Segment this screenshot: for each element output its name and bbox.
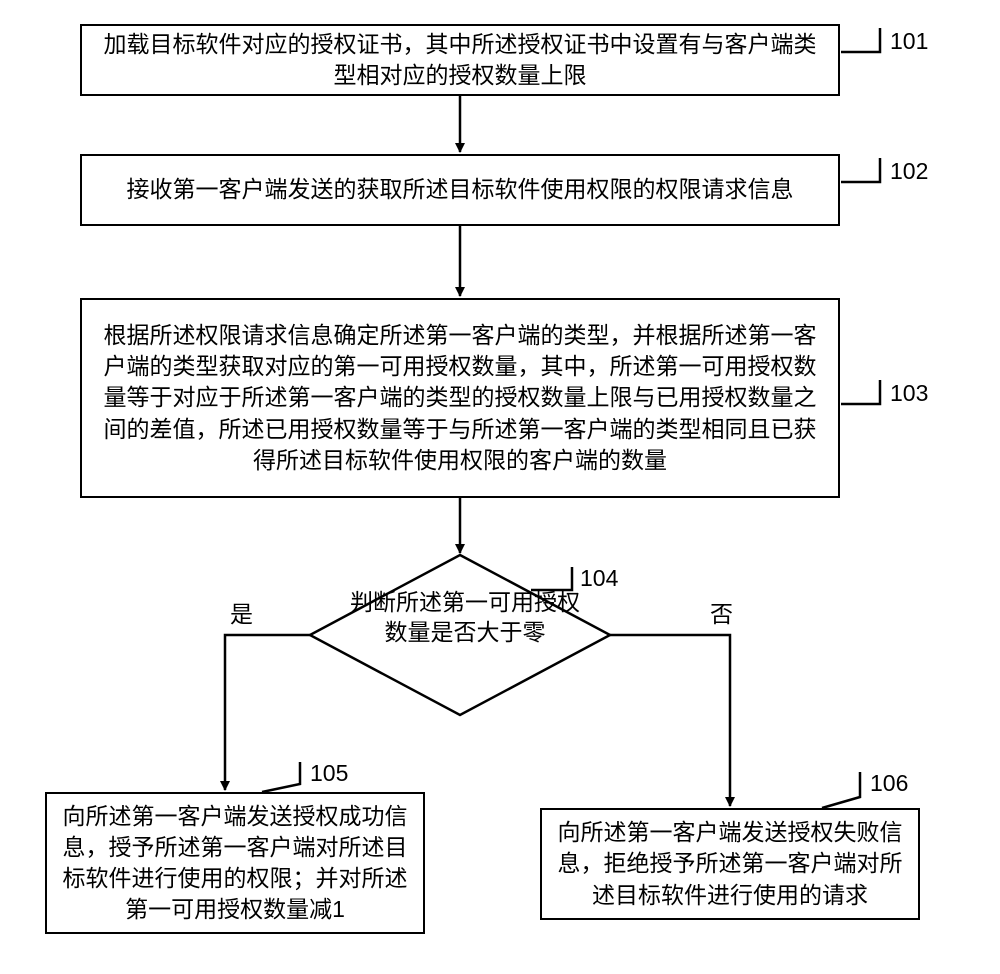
step-101-box: 加载目标软件对应的授权证书，其中所述授权证书中设置有与客户端类型相对应的授权数量…: [80, 24, 840, 96]
step-106-box: 向所述第一客户端发送授权失败信息，拒绝授予所述第一客户端对所述目标软件进行使用的…: [540, 808, 920, 920]
ref-hook-102: [841, 158, 880, 182]
branch-no-label: 否: [710, 595, 733, 629]
step-106-text: 向所述第一客户端发送授权失败信息，拒绝授予所述第一客户端对所述目标软件进行使用的…: [556, 817, 904, 910]
step-103-box: 根据所述权限请求信息确定所述第一客户端的类型，并根据所述第一客户端的类型获取对应…: [80, 298, 840, 498]
decision-104-text: 判断所述第一可用授权数量是否大于零: [350, 588, 580, 648]
step-101-text: 加载目标软件对应的授权证书，其中所述授权证书中设置有与客户端类型相对应的授权数量…: [96, 29, 824, 91]
step-103-ref: 103: [890, 380, 928, 407]
step-105-ref: 105: [310, 760, 348, 787]
branch-yes-label: 是: [230, 595, 253, 629]
ref-hook-104: [531, 567, 572, 590]
ref-hook-103: [841, 380, 880, 404]
decision-104-diamond: [310, 555, 610, 715]
step-102-box: 接收第一客户端发送的获取所述目标软件使用权限的权限请求信息: [80, 154, 840, 226]
step-104-ref: 104: [580, 565, 618, 592]
arrow-yes-105: [225, 635, 310, 790]
step-102-ref: 102: [890, 158, 928, 185]
ref-hook-106: [822, 772, 860, 808]
step-105-text: 向所述第一客户端发送授权成功信息，授予所述第一客户端对所述目标软件进行使用的权限…: [61, 801, 409, 925]
arrow-no-106: [610, 635, 730, 806]
step-105-box: 向所述第一客户端发送授权成功信息，授予所述第一客户端对所述目标软件进行使用的权限…: [45, 792, 425, 934]
step-101-ref: 101: [890, 28, 928, 55]
step-103-text: 根据所述权限请求信息确定所述第一客户端的类型，并根据所述第一客户端的类型获取对应…: [96, 320, 824, 475]
ref-hook-105: [262, 762, 300, 792]
step-102-text: 接收第一客户端发送的获取所述目标软件使用权限的权限请求信息: [127, 174, 794, 205]
ref-hook-101: [841, 28, 880, 52]
step-106-ref: 106: [870, 770, 908, 797]
